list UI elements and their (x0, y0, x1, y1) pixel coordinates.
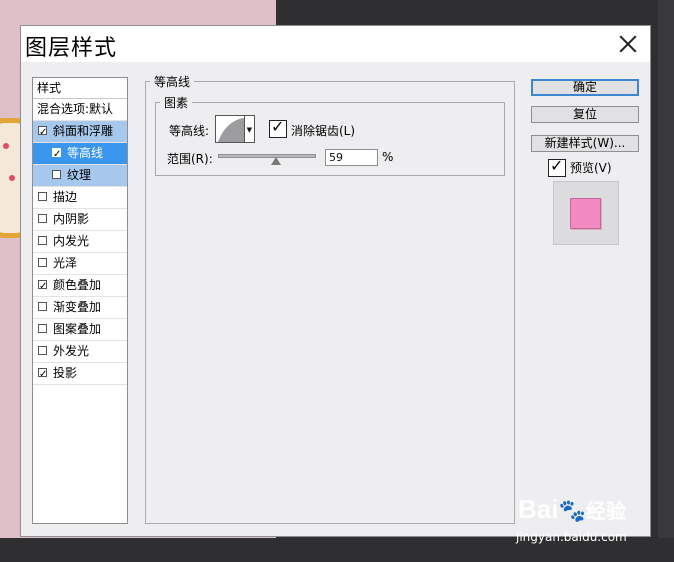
pattern-overlay-checkbox[interactable] (38, 324, 47, 333)
contour-checkbox[interactable] (52, 144, 61, 164)
layer-style-dialog: 图层样式 样式 混合选项:默认 斜面和浮雕 等高线 纹理 描边 内阴影 (20, 25, 651, 537)
style-item-satin[interactable]: 光泽 (33, 253, 127, 275)
style-item-label: 混合选项:默认 (37, 102, 114, 116)
style-item-label: 内发光 (53, 234, 90, 248)
inner-glow-checkbox[interactable] (38, 236, 47, 245)
range-value-input[interactable]: 59 (325, 149, 378, 166)
contour-section-title: 等高线 (154, 75, 191, 89)
contour-picker-divider (244, 116, 245, 142)
range-slider-handle[interactable] (271, 157, 281, 165)
color-overlay-checkbox[interactable] (38, 276, 47, 296)
workspace-scrollbar (658, 0, 674, 562)
style-item-outer-glow[interactable]: 外发光 (33, 341, 127, 363)
style-item-label: 渐变叠加 (53, 300, 102, 314)
watermark-brand-suffix: 经验 (585, 501, 626, 523)
style-item-label: 图案叠加 (53, 322, 102, 336)
style-item-blending-options[interactable]: 混合选项:默认 (33, 99, 127, 121)
preview-label[interactable]: 预览(V) (570, 159, 612, 176)
contour-curve-icon (218, 118, 244, 142)
gradient-overlay-checkbox[interactable] (38, 302, 47, 311)
watermark-brand: Bai🐾经验 (518, 494, 626, 525)
reset-button[interactable]: 复位 (531, 106, 639, 123)
style-item-label: 外发光 (53, 344, 90, 358)
style-item-label: 等高线 (67, 146, 104, 160)
antialias-checkbox[interactable] (269, 117, 287, 138)
elements-group-title: 图素 (164, 96, 189, 110)
preview-thumbnail (553, 181, 619, 245)
style-item-label: 斜面和浮雕 (53, 124, 114, 138)
style-item-texture[interactable]: 纹理 (33, 165, 127, 187)
bevel-emboss-checkbox[interactable] (38, 122, 47, 142)
range-unit: % (382, 150, 394, 164)
style-item-label: 投影 (53, 366, 78, 380)
style-item-label: 内阴影 (53, 212, 90, 226)
close-icon[interactable] (616, 32, 640, 56)
style-item-inner-shadow[interactable]: 内阴影 (33, 209, 127, 231)
style-item-color-overlay[interactable]: 颜色叠加 (33, 275, 127, 297)
title-bar: 图层样式 (21, 26, 650, 62)
watermark-brand-text: Bai (518, 494, 559, 524)
dialog-title: 图层样式 (25, 36, 118, 61)
antialias-label[interactable]: 消除锯齿(L) (291, 122, 355, 139)
new-style-button[interactable]: 新建样式(W)... (531, 135, 639, 152)
style-item-label: 颜色叠加 (53, 278, 102, 292)
inner-shadow-checkbox[interactable] (38, 214, 47, 223)
preview-checkbox[interactable] (548, 156, 566, 177)
watermark-url: jingyan.baidu.com (516, 530, 627, 544)
style-item-stroke[interactable]: 描边 (33, 187, 127, 209)
style-item-label: 光泽 (53, 256, 78, 270)
style-item-contour[interactable]: 等高线 (33, 143, 127, 165)
style-list: 样式 混合选项:默认 斜面和浮雕 等高线 纹理 描边 内阴影 内发光 (32, 77, 128, 524)
style-item-bevel-emboss[interactable]: 斜面和浮雕 (33, 121, 127, 143)
contour-label: 等高线: (169, 124, 210, 138)
artwork-dot (3, 143, 9, 149)
range-slider-track[interactable] (218, 154, 316, 158)
style-item-inner-glow[interactable]: 内发光 (33, 231, 127, 253)
range-label: 范围(R): (167, 152, 213, 166)
style-item-label: 纹理 (67, 168, 92, 182)
contour-picker[interactable]: ▼ (215, 115, 255, 143)
ok-button[interactable]: 确定 (531, 79, 639, 96)
paw-icon: 🐾 (558, 498, 586, 523)
style-item-gradient-overlay[interactable]: 渐变叠加 (33, 297, 127, 319)
preview-swatch (570, 198, 601, 229)
satin-checkbox[interactable] (38, 258, 47, 267)
style-item-drop-shadow[interactable]: 投影 (33, 363, 127, 385)
stroke-checkbox[interactable] (38, 192, 47, 201)
chevron-down-icon[interactable]: ▼ (247, 126, 252, 134)
outer-glow-checkbox[interactable] (38, 346, 47, 355)
style-item-pattern-overlay[interactable]: 图案叠加 (33, 319, 127, 341)
texture-checkbox[interactable] (52, 170, 61, 179)
style-item-label: 描边 (53, 190, 78, 204)
drop-shadow-checkbox[interactable] (38, 364, 47, 384)
artwork-dot (9, 175, 15, 181)
style-list-header[interactable]: 样式 (33, 78, 127, 99)
